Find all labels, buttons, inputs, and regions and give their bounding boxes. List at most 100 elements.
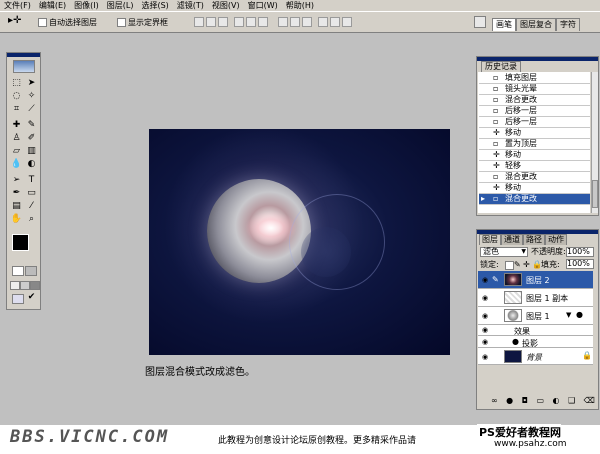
slice-icon[interactable]: ⟋ [25, 103, 38, 116]
align-hcenter-icon[interactable] [246, 17, 256, 27]
add-mask-icon[interactable]: ◘ [522, 396, 528, 408]
history-brush-icon[interactable]: ✐ [25, 132, 38, 145]
menu-help[interactable]: 帮助(H) [282, 0, 318, 11]
jump-to-imageready-icon[interactable] [12, 294, 24, 304]
healing-brush-icon[interactable]: ✚ [10, 119, 23, 132]
quick-mask-icon[interactable] [25, 266, 37, 276]
standard-mode-icon[interactable] [12, 266, 24, 276]
tab-character[interactable]: 字符 [556, 18, 580, 31]
layer-row[interactable]: ◉ 图层 1 ▼ ● [478, 307, 593, 325]
auto-select-checkbox[interactable]: 自动选择图层 [38, 17, 97, 28]
tab-actions[interactable]: 动作 [545, 234, 567, 245]
history-item[interactable]: ✛ 移动 [479, 150, 590, 161]
link-layers-icon[interactable]: ∞ [491, 396, 498, 408]
screen-mode-full-icon[interactable] [30, 281, 40, 290]
opacity-input[interactable]: 100% [566, 247, 594, 257]
history-item[interactable]: ▫ 混合更改 [479, 172, 590, 183]
move-icon[interactable]: ➤ [25, 77, 38, 90]
eye-icon[interactable]: ◉ [480, 338, 490, 346]
eraser-icon[interactable]: ▱ [10, 145, 23, 158]
new-set-icon[interactable]: ▭ [536, 396, 544, 408]
menu-view[interactable]: 视图(V) [208, 0, 244, 11]
move-tool-icon[interactable]: ▸✛ [8, 15, 21, 26]
history-item[interactable]: ▫ 填充图层 [479, 73, 590, 84]
app-logo-icon[interactable] [13, 60, 35, 73]
history-item[interactable]: ✛ 轻移 [479, 161, 590, 172]
history-item[interactable]: ▫ 混合更改 [479, 95, 590, 106]
layer-row[interactable]: ◉ 图层 1 副本 [478, 289, 593, 307]
brush-icon[interactable]: ✎ [25, 119, 38, 132]
path-selection-icon[interactable]: ➢ [10, 174, 23, 187]
adjustment-layer-icon[interactable]: ◐ [552, 396, 559, 408]
add-style-icon[interactable]: ● [506, 396, 513, 408]
tab-history[interactable]: 历史记录 [481, 61, 521, 72]
history-item-selected[interactable]: ▸ ▫ 混合更改 [479, 194, 590, 205]
screen-mode-full-menu-icon[interactable] [20, 281, 30, 290]
marquee-icon[interactable]: ⬚ [10, 77, 23, 90]
lock-move-icon[interactable]: ✛ [523, 260, 530, 270]
foreground-color-swatch[interactable] [12, 234, 29, 251]
trash-icon[interactable]: ⌫ [584, 396, 595, 408]
align-top-icon[interactable] [194, 17, 204, 27]
history-scrollbar[interactable] [591, 72, 598, 213]
distribute-left-icon[interactable] [318, 17, 328, 27]
history-item[interactable]: ▫ 后移一层 [479, 106, 590, 117]
distribute-bottom-icon[interactable] [302, 17, 312, 27]
dodge-icon[interactable]: ◐ [25, 158, 38, 171]
menu-file[interactable]: 文件(F) [0, 0, 35, 11]
pen-icon[interactable]: ✒ [10, 187, 23, 200]
gradient-icon[interactable]: ▥ [25, 145, 38, 158]
shape-icon[interactable]: ▭ [25, 187, 38, 200]
tab-paths[interactable]: 路径 [523, 234, 545, 245]
clone-stamp-icon[interactable]: ♙ [10, 132, 23, 145]
show-bounds-checkbox[interactable]: 显示定界框 [117, 17, 168, 28]
menu-edit[interactable]: 编辑(E) [35, 0, 70, 11]
zoom-icon[interactable]: ⌕ [25, 213, 38, 226]
history-item[interactable]: ▫ 镜头光晕 [479, 84, 590, 95]
distribute-top-icon[interactable] [278, 17, 288, 27]
align-bottom-icon[interactable] [218, 17, 228, 27]
crop-icon[interactable]: ⌗ [10, 103, 23, 116]
hand-icon[interactable]: ✋ [10, 213, 23, 226]
eye-icon[interactable]: ◉ [480, 312, 490, 320]
check-icon[interactable]: ✔ [25, 291, 38, 304]
magic-wand-icon[interactable]: ✧ [25, 90, 38, 103]
tab-brushes[interactable]: 画笔 [492, 18, 516, 31]
fx-expand-icon[interactable]: ▼ [566, 311, 571, 319]
eye-icon[interactable]: ◉ [480, 276, 490, 284]
tab-layer-comps[interactable]: 图层复合 [516, 18, 556, 31]
distribute-hcenter-icon[interactable] [330, 17, 340, 27]
scrollbar-thumb[interactable] [592, 180, 598, 208]
menu-filter[interactable]: 滤镜(T) [173, 0, 208, 11]
eye-icon[interactable]: ◉ [480, 353, 490, 361]
align-right-icon[interactable] [258, 17, 268, 27]
menu-window[interactable]: 窗口(W) [244, 0, 282, 11]
eyedropper-icon[interactable]: ⁄ [25, 200, 38, 213]
layer-row[interactable]: ◉ 背景 🔒 [478, 348, 593, 365]
menu-layer[interactable]: 图层(L) [103, 0, 138, 11]
align-vcenter-icon[interactable] [206, 17, 216, 27]
new-layer-icon[interactable]: ❑ [568, 396, 575, 408]
menu-image[interactable]: 图像(I) [70, 0, 103, 11]
tab-channels[interactable]: 通道 [501, 234, 523, 245]
notes-icon[interactable]: ▤ [10, 200, 23, 213]
layer-effect-row[interactable]: ◉ 效果 [478, 325, 593, 336]
history-item[interactable]: ✛ 移动 [479, 183, 590, 194]
document-canvas[interactable] [149, 129, 450, 355]
eye-icon[interactable]: ◉ [480, 326, 490, 334]
blend-mode-select[interactable]: 滤色 ▼ [480, 247, 528, 257]
menu-select[interactable]: 选择(S) [137, 0, 172, 11]
align-left-icon[interactable] [234, 17, 244, 27]
lock-brush-icon[interactable]: ✎ [514, 260, 521, 270]
fill-input[interactable]: 100% [566, 259, 594, 269]
lasso-icon[interactable]: ◌ [10, 90, 23, 103]
blur-icon[interactable]: 💧 [10, 158, 23, 171]
palette-well-icon[interactable] [474, 16, 486, 28]
distribute-right-icon[interactable] [342, 17, 352, 27]
screen-mode-standard-icon[interactable] [10, 281, 20, 290]
tab-layers[interactable]: 图层 [479, 234, 501, 245]
history-item[interactable]: ▫ 置为顶层 [479, 139, 590, 150]
layer-effect-row[interactable]: ◉ ● 投影 [478, 336, 593, 348]
type-icon[interactable]: T [25, 174, 38, 187]
eye-icon[interactable]: ◉ [480, 294, 490, 302]
